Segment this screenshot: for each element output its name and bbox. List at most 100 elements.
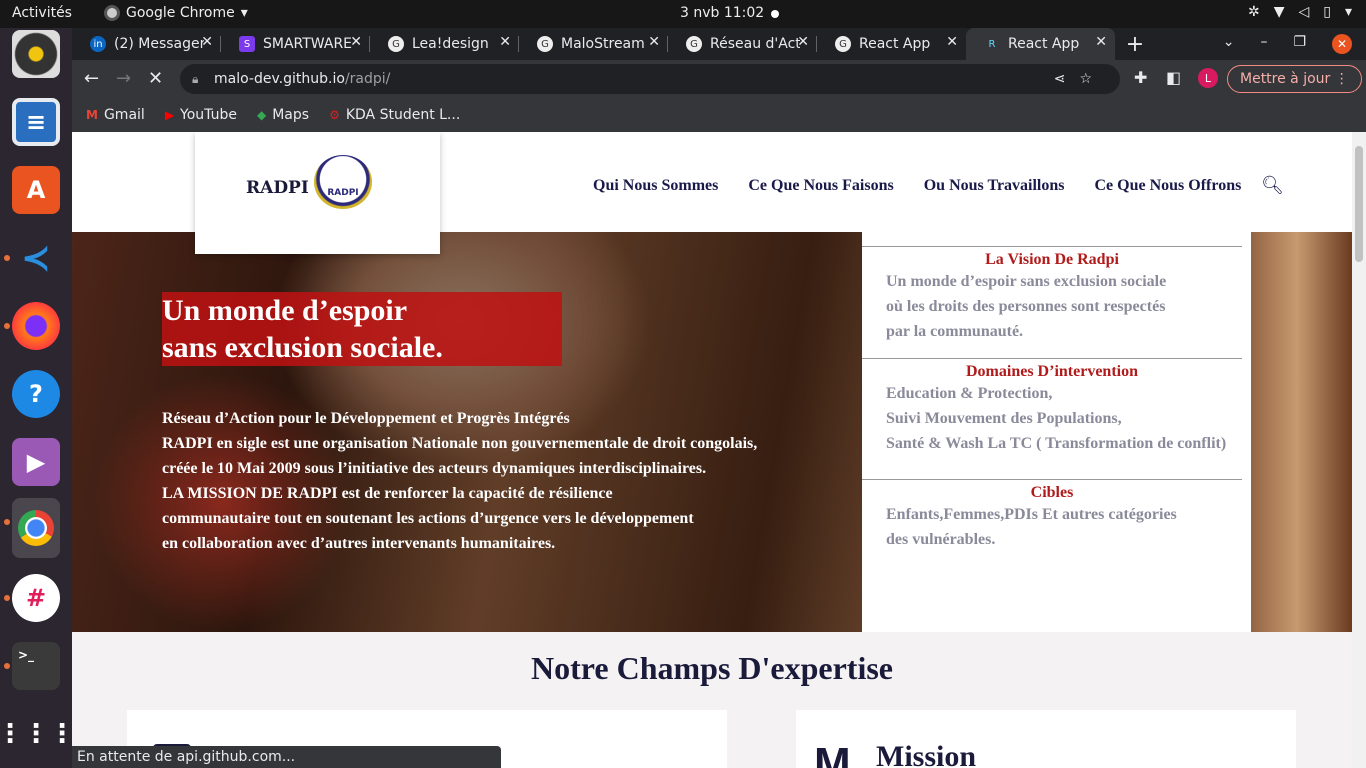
- back-button[interactable]: ←: [84, 68, 99, 89]
- tab-search-icon[interactable]: ⌄: [1223, 34, 1235, 54]
- activities-button[interactable]: Activités: [12, 5, 72, 21]
- mission-card: M Mission: [796, 710, 1296, 768]
- close-icon[interactable]: ✕: [648, 34, 660, 50]
- vision-title: La Vision De Radpi: [985, 251, 1119, 268]
- hero-line: Réseau d’Action pour le Développement et…: [162, 410, 570, 427]
- tab-smartware[interactable]: S SMARTWARE ✕: [221, 28, 370, 60]
- globe-icon: G: [537, 36, 553, 52]
- minimize-icon[interactable]: –: [1260, 34, 1267, 54]
- forward-button[interactable]: →: [116, 68, 131, 89]
- globe-icon: G: [686, 36, 702, 52]
- web-page: RADPI RADPI Qui Nous Sommes Ce Que Nous …: [72, 132, 1366, 768]
- nav-ou-nous-travaillons[interactable]: Ou Nous Travaillons: [924, 177, 1065, 195]
- cibles-section: Cibles Enfants,Femmes,PDIs Et autres cat…: [862, 479, 1242, 552]
- system-tray[interactable]: ✲ ▼ ◁ ▯ ▾: [1248, 4, 1352, 20]
- battery-icon[interactable]: ▯: [1323, 4, 1331, 20]
- app-menu[interactable]: Google Chrome ▾: [104, 5, 248, 21]
- radpi-logo: RADPI: [314, 155, 372, 209]
- tab-react-app-active[interactable]: R React App ✕: [966, 28, 1115, 60]
- stop-loading-button[interactable]: ✕: [148, 68, 163, 89]
- extensions-icon[interactable]: ✚: [1134, 68, 1147, 87]
- gmail-icon: M: [86, 108, 98, 122]
- panel-line: Enfants,Femmes,PDIs Et autres catégories: [886, 506, 1177, 523]
- hero-line: créée le 10 Mai 2009 sous l’initiative d…: [162, 460, 707, 477]
- volume-icon[interactable]: ◁: [1298, 4, 1309, 20]
- share-icon[interactable]: ⋖☆: [1054, 64, 1106, 94]
- site-header: RADPI RADPI Qui Nous Sommes Ce Que Nous …: [72, 132, 1352, 254]
- close-icon[interactable]: ✕: [946, 34, 958, 50]
- logo-box[interactable]: RADPI RADPI: [195, 132, 440, 254]
- address-bar[interactable]: 🔒︎ malo-dev.github.io/radpi/ ⋖☆: [180, 64, 1120, 94]
- nav-ce-que-nous-faisons[interactable]: Ce Que Nous Faisons: [748, 177, 893, 195]
- profile-avatar[interactable]: L: [1198, 68, 1218, 88]
- rhythmbox-icon[interactable]: [12, 30, 60, 78]
- bookmark-youtube[interactable]: ▶ YouTube: [165, 107, 237, 123]
- hero-line: RADPI en sigle est une organisation Nati…: [162, 435, 758, 452]
- lock-icon[interactable]: 🔒︎: [192, 64, 198, 94]
- apps-grid-icon[interactable]: ⋮⋮⋮: [0, 710, 75, 758]
- writer-icon[interactable]: ≡: [12, 98, 60, 146]
- smartware-icon: S: [239, 36, 255, 52]
- help-icon[interactable]: ?: [12, 370, 60, 418]
- side-panel-icon[interactable]: ◧: [1166, 68, 1181, 87]
- videos-icon[interactable]: ▶: [12, 438, 60, 486]
- software-icon[interactable]: A: [12, 166, 60, 214]
- bookmark-label: YouTube: [180, 107, 237, 123]
- linkedin-icon: in: [90, 36, 106, 52]
- tab-title: Lea!design: [412, 36, 489, 52]
- close-icon[interactable]: ✕: [350, 34, 362, 50]
- dock: ≡ A ≺ ? ▶ # >_ ⋮⋮⋮: [0, 28, 75, 768]
- kda-icon: ⚙: [329, 108, 340, 122]
- nav-ce-que-nous-offrons[interactable]: Ce Que Nous Offrons: [1095, 177, 1242, 195]
- panel-line: Suivi Mouvement des Populations,: [886, 410, 1122, 427]
- close-icon[interactable]: ✕: [201, 34, 213, 50]
- notification-dot: [771, 10, 779, 18]
- hero-section: Un monde d’espoir sans exclusion sociale…: [72, 232, 1352, 632]
- domaines-section: Domaines D’intervention Education & Prot…: [862, 358, 1242, 456]
- domaines-title: Domaines D’intervention: [966, 363, 1138, 380]
- chrome-icon[interactable]: [4, 498, 60, 558]
- nav-qui-nous-sommes[interactable]: Qui Nous Sommes: [593, 177, 718, 195]
- tab-malostream[interactable]: G MaloStream ✕: [519, 28, 668, 60]
- slack-icon[interactable]: #: [4, 574, 60, 622]
- clock[interactable]: 3 nvb 11:02: [680, 5, 764, 21]
- status-bubble: En attente de api.github.com...: [72, 746, 501, 768]
- panel-line: où les droits des personnes sont respect…: [886, 298, 1166, 315]
- terminal-icon[interactable]: >_: [4, 642, 60, 690]
- close-icon[interactable]: ✕: [797, 34, 809, 50]
- page-scrollbar[interactable]: [1352, 132, 1366, 768]
- tab-title: SMARTWARE: [263, 36, 353, 52]
- tab-leadesign[interactable]: G Lea!design ✕: [370, 28, 519, 60]
- vision-section: La Vision De Radpi Un monde d’espoir san…: [862, 246, 1242, 344]
- tab-react-app[interactable]: G React App ✕: [817, 28, 966, 60]
- url-path: /radpi/: [344, 71, 391, 87]
- close-icon[interactable]: ✕: [499, 34, 511, 50]
- panel-line: Un monde d’espoir sans exclusion sociale: [886, 273, 1167, 290]
- restore-icon[interactable]: ❐: [1293, 34, 1306, 54]
- new-tab-button[interactable]: +: [1115, 28, 1155, 60]
- window-controls: ⌄ – ❐ ✕: [1223, 28, 1366, 54]
- bookmark-maps[interactable]: ◆ Maps: [257, 107, 309, 123]
- close-icon[interactable]: ✕: [1095, 34, 1107, 50]
- bookmark-kda[interactable]: ⚙ KDA Student L...: [329, 107, 460, 123]
- tab-reseau[interactable]: G Réseau d'Action✕: [668, 28, 817, 60]
- close-window-button[interactable]: ✕: [1332, 34, 1352, 54]
- chevron-down-icon[interactable]: ▾: [1345, 4, 1352, 20]
- tab-linkedin[interactable]: in (2) Messagerie✕: [72, 28, 221, 60]
- search-icon[interactable]: 🔍︎: [1261, 175, 1284, 196]
- vscode-icon[interactable]: ≺: [4, 234, 60, 282]
- bookmark-label: Gmail: [103, 107, 145, 123]
- update-button[interactable]: Mettre à jour ⋮: [1227, 65, 1362, 93]
- bookmark-gmail[interactable]: M Gmail: [86, 107, 145, 123]
- accessibility-icon[interactable]: ✲: [1248, 4, 1260, 20]
- panel-line: Santé & Wash La TC ( Transformation de c…: [886, 435, 1227, 452]
- chrome-icon: [104, 5, 120, 21]
- youtube-icon: ▶: [164, 108, 175, 122]
- panel-line: des vulnérables.: [886, 531, 996, 548]
- firefox-icon[interactable]: [4, 302, 60, 350]
- scrollbar-thumb[interactable]: [1355, 146, 1363, 262]
- hero-line: en collaboration avec d’autres intervena…: [162, 535, 556, 552]
- update-label: Mettre à jour: [1240, 71, 1331, 87]
- cibles-title: Cibles: [1030, 484, 1074, 501]
- wifi-icon[interactable]: ▼: [1274, 4, 1285, 20]
